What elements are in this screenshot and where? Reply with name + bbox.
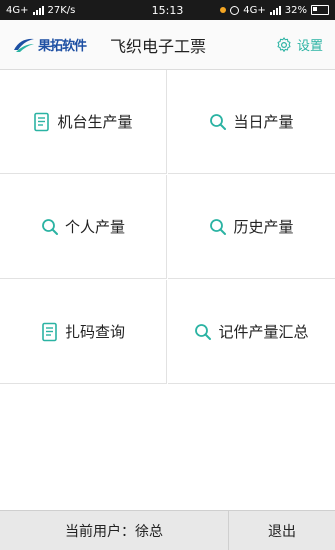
menu-history-output[interactable]: 历史产量	[168, 175, 335, 279]
notification-dot-icon	[220, 7, 227, 13]
logout-label: 退出	[268, 523, 296, 540]
menu-piecework-summary[interactable]: 记件产量汇总	[168, 280, 335, 384]
settings-label: 设置	[296, 39, 323, 54]
document-icon	[42, 322, 57, 341]
status-right: 4G+ 32%	[220, 5, 329, 16]
status-left: 4G+ 27K/s	[6, 5, 75, 16]
menu-label: 个人产量	[64, 218, 125, 236]
network-speed: 27K/s	[47, 4, 76, 16]
logo-text: 果拓软件	[38, 39, 87, 54]
company-logo: 果拓软件	[12, 35, 87, 54]
signal-icon	[32, 5, 44, 15]
menu-today-output[interactable]: 当日产量	[168, 70, 335, 174]
menu-label: 历史产量	[233, 218, 294, 236]
menu-label: 机台生产量	[57, 113, 133, 131]
current-user-label: 当前用户：	[65, 523, 135, 540]
search-icon	[42, 218, 58, 235]
status-bar: 4G+ 27K/s 15:13 4G+ 32%	[0, 0, 335, 20]
menu-bundle-query[interactable]: 扎码查询	[0, 280, 167, 384]
menu-personal-output[interactable]: 个人产量	[0, 175, 167, 279]
settings-button[interactable]: 设置	[275, 35, 323, 54]
current-user-name: 徐总	[135, 523, 163, 540]
network-type-right: 4G+	[243, 4, 266, 16]
logout-button[interactable]: 退出	[229, 511, 335, 550]
document-icon	[34, 112, 50, 131]
gear-icon	[277, 36, 291, 52]
menu-label: 记件产量汇总	[218, 323, 309, 341]
menu-grid: 机台生产量 当日产量 个人产量 历史产量 扎码查询 记件产量汇总	[0, 70, 335, 510]
current-user: 当前用户： 徐总	[0, 511, 229, 550]
empty-area	[0, 385, 335, 510]
logo-swoosh-icon	[14, 38, 34, 52]
menu-machine-output[interactable]: 机台生产量	[0, 70, 167, 174]
network-type: 4G+	[6, 4, 29, 16]
page-title: 飞织电子工票	[110, 36, 207, 56]
footer-bar: 当前用户： 徐总 退出	[0, 510, 335, 550]
menu-label: 当日产量	[233, 113, 294, 131]
signal-icon-right	[269, 5, 281, 15]
search-icon	[195, 323, 212, 340]
battery-icon	[311, 5, 329, 15]
menu-label: 扎码查询	[64, 323, 125, 341]
battery-percent: 32%	[284, 4, 307, 16]
app-header: 果拓软件 飞织电子工票 设置	[0, 20, 335, 70]
search-icon	[210, 218, 227, 235]
search-icon	[210, 113, 227, 130]
alarm-icon	[230, 5, 240, 15]
